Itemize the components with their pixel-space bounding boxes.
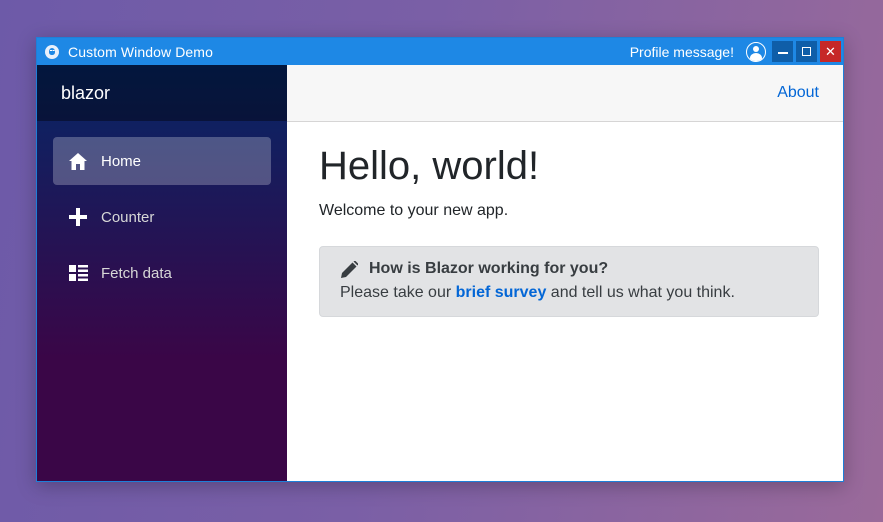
survey-title: How is Blazor working for you? (369, 260, 609, 277)
brief-survey-link[interactable]: brief survey (456, 284, 547, 301)
brand-row: blazor (37, 65, 287, 121)
home-icon (68, 151, 88, 171)
content: Hello, world! Welcome to your new app. H… (287, 142, 843, 317)
plus-icon (68, 207, 88, 227)
nav-item-label: Fetch data (101, 264, 172, 282)
sidebar: blazor Home Counter Fetch data (37, 65, 287, 481)
window-title: Custom Window Demo (68, 43, 213, 60)
nav-menu: Home Counter Fetch data (37, 121, 287, 297)
profile-message: Profile message! (629, 43, 734, 60)
nav-item-label: Counter (101, 208, 155, 226)
about-link[interactable]: About (777, 84, 819, 102)
pencil-icon (340, 260, 358, 278)
maximize-button[interactable] (796, 41, 817, 62)
profile-avatar-icon[interactable] (746, 41, 766, 62)
survey-text-before: Please take our (340, 284, 456, 301)
nav-item-home[interactable]: Home (53, 137, 271, 185)
close-icon: ✕ (825, 44, 836, 59)
app-window: Custom Window Demo Profile message! ✕ bl… (36, 37, 844, 482)
nav-item-fetch-data[interactable]: Fetch data (53, 249, 271, 297)
survey-body: Please take our brief survey and tell us… (340, 284, 798, 302)
page-title: Hello, world! (319, 144, 540, 188)
nav-item-label: Home (101, 152, 142, 170)
brand-link[interactable]: blazor (61, 83, 110, 104)
nav-item-counter[interactable]: Counter (53, 193, 271, 241)
survey-text-after: and tell us what you think. (546, 284, 735, 301)
minimize-icon (777, 52, 788, 54)
title-bar[interactable]: Custom Window Demo Profile message! ✕ (37, 38, 843, 65)
avatar-head-shape (753, 45, 759, 52)
close-button[interactable]: ✕ (820, 41, 841, 62)
app-logo-icon (45, 44, 59, 59)
welcome-text: Welcome to your new app. (319, 202, 509, 219)
list-rich-icon (68, 263, 88, 283)
survey-header: How is Blazor working for you? (340, 260, 798, 278)
maximize-icon (802, 47, 811, 56)
top-row: About (287, 65, 843, 122)
main-area: About Hello, world! Welcome to your new … (287, 65, 843, 481)
survey-prompt: How is Blazor working for you? Please ta… (319, 246, 819, 317)
avatar-shoulders-shape (750, 52, 762, 61)
minimize-button[interactable] (772, 41, 793, 62)
